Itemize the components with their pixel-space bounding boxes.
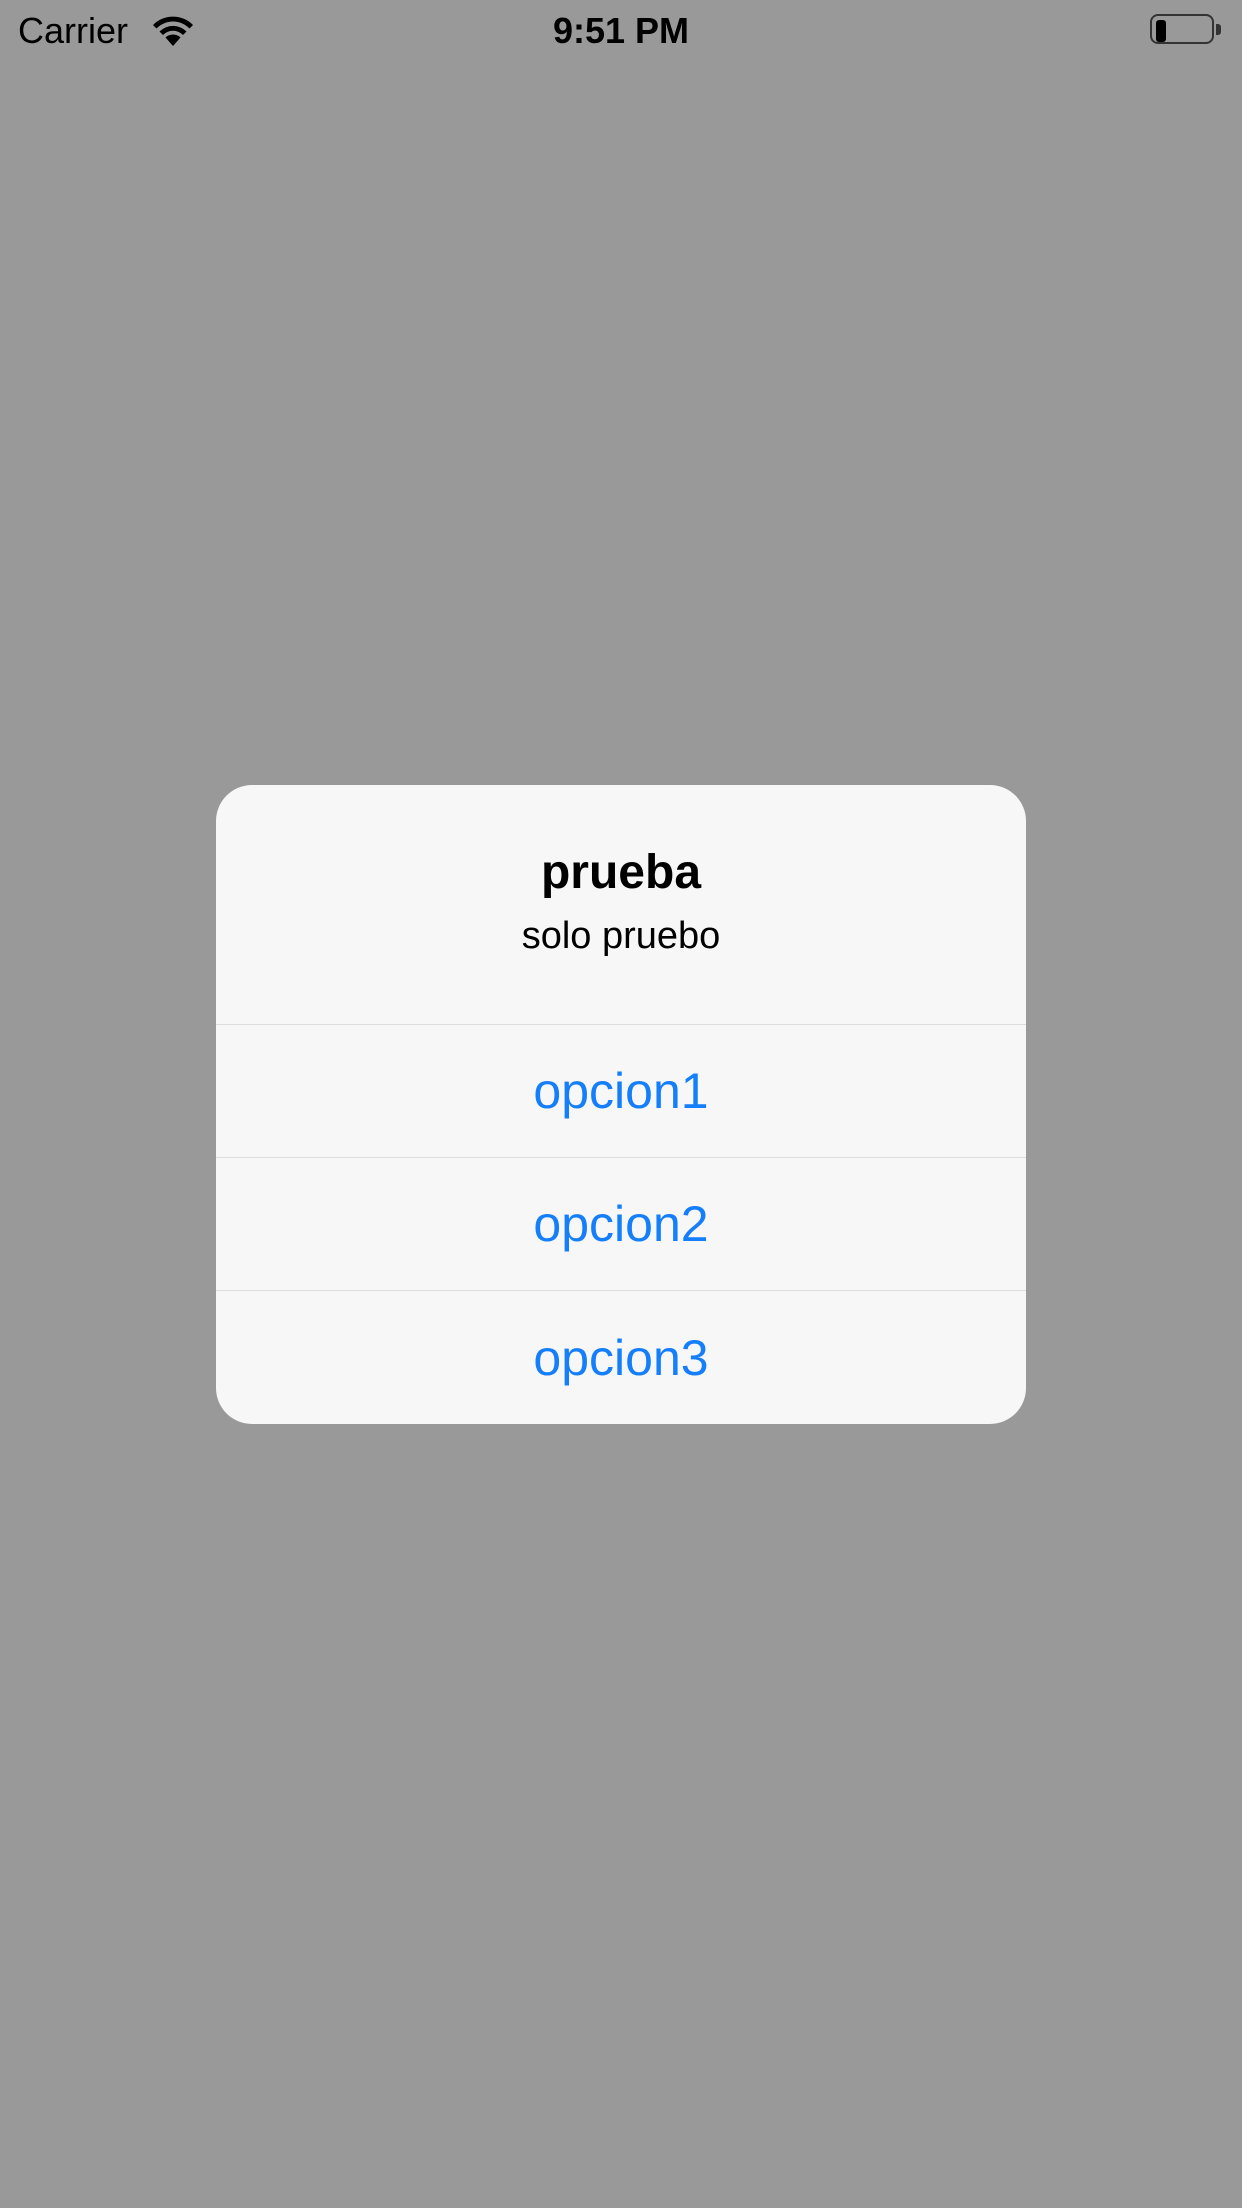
status-clock: 9:51 PM (552, 10, 690, 51)
battery-icon (1150, 14, 1222, 48)
battery-level-fill (1156, 20, 1166, 42)
alert-action-opcion2[interactable]: opcion2 (216, 1158, 1026, 1291)
alert-header: prueba solo pruebo (216, 785, 1026, 1025)
battery-cap (1216, 24, 1221, 35)
status-bar: Carrier 9:51 PM (0, 0, 1242, 62)
battery-body (1150, 14, 1214, 44)
alert-dialog: prueba solo pruebo opcion1 opcion2 opcio… (216, 785, 1026, 1424)
alert-action-opcion3[interactable]: opcion3 (216, 1291, 1026, 1424)
alert-message: solo pruebo (521, 915, 721, 957)
alert-title: prueba (540, 846, 702, 899)
alert-action-opcion1[interactable]: opcion1 (216, 1025, 1026, 1158)
